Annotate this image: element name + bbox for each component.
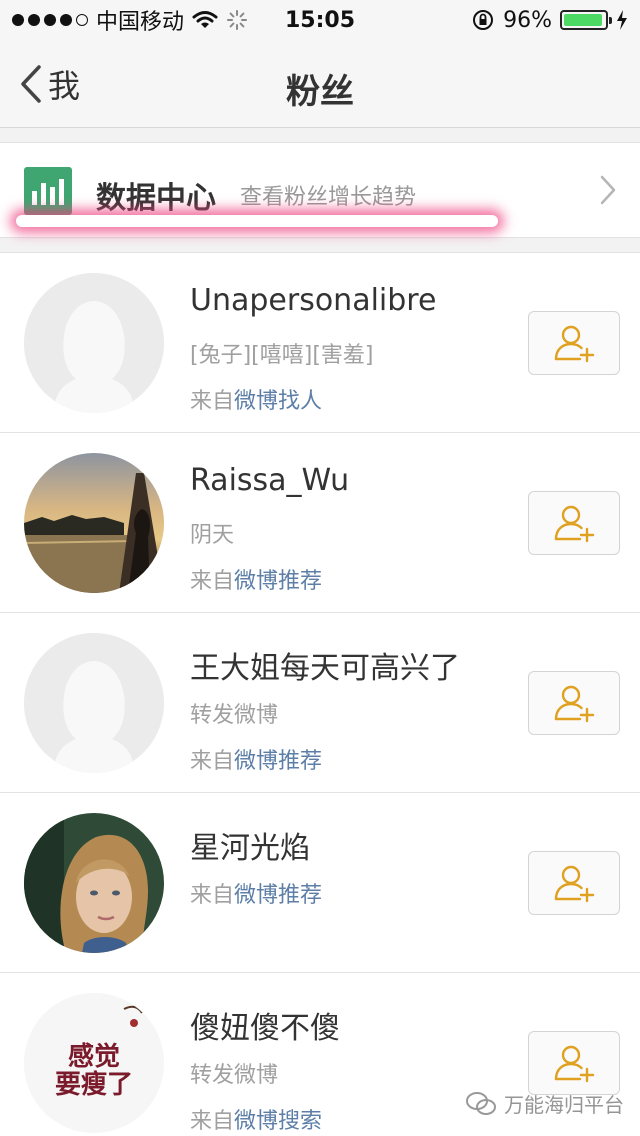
calligraphy-image: 感觉 要瘦了 (24, 993, 164, 1133)
add-user-icon (554, 1045, 595, 1083)
status-left: 中国移动 (12, 0, 248, 40)
follower-source: 来自微博推荐 (190, 877, 322, 909)
follower-source: 来自微博搜索 (190, 1103, 322, 1135)
add-user-icon (554, 685, 595, 723)
source-prefix: 来自 (190, 883, 235, 908)
carrier-label: 中国移动 (96, 10, 185, 35)
data-center-title: 数据中心 (96, 181, 216, 216)
follower-row[interactable]: 星河光焰 来自微博推荐 (0, 793, 640, 973)
data-center-subtitle: 查看粉丝增长趋势 (240, 185, 417, 210)
source-prefix: 来自 (190, 569, 235, 594)
source-link[interactable]: 微博推荐 (234, 749, 322, 774)
add-user-icon (554, 865, 595, 903)
avatar[interactable]: 感觉 要瘦了 (24, 993, 164, 1133)
source-prefix: 来自 (190, 1109, 235, 1134)
follower-source: 来自微博推荐 (190, 563, 322, 595)
rotation-lock-icon (473, 10, 494, 30)
highlight-underline (16, 215, 498, 227)
page-title: 粉丝 (286, 72, 354, 112)
follow-button[interactable] (528, 311, 620, 375)
follower-status: 转发微博 (190, 703, 279, 728)
avatar[interactable] (24, 273, 164, 413)
back-label: 我 (48, 67, 81, 105)
add-user-icon (554, 505, 595, 543)
follower-row[interactable]: Raissa_Wu 阴天 来自微博推荐 (0, 433, 640, 613)
battery-icon (560, 10, 612, 30)
source-prefix: 来自 (190, 749, 235, 774)
status-bar: 中国移动 15:05 96% (0, 0, 640, 40)
add-user-icon (554, 325, 595, 363)
source-link[interactable]: 微博推荐 (234, 883, 322, 908)
follower-row[interactable]: Unapersonalibre [兔子][嘻嘻][害羞] 来自微博找人 (0, 253, 640, 433)
follower-name[interactable]: 傻妞傻不傻 (190, 1003, 340, 1047)
follow-button[interactable] (528, 671, 620, 735)
follower-status: [兔子][嘻嘻][害羞] (190, 343, 374, 368)
data-center-entry[interactable]: 数据中心 查看粉丝增长趋势 (0, 142, 640, 238)
signal-strength-icon (12, 14, 88, 26)
source-link[interactable]: 微博推荐 (234, 569, 322, 594)
follower-name[interactable]: 王大姐每天可高兴了 (190, 643, 460, 687)
portrait-photo-image (24, 813, 164, 953)
follower-status: 阴天 (190, 523, 235, 548)
follow-button[interactable] (528, 491, 620, 555)
sunset-photo-image (24, 453, 164, 593)
watermark: 万能海归平台 (466, 1089, 624, 1118)
battery-percent: 96% (503, 7, 552, 33)
follower-source: 来自微博推荐 (190, 743, 322, 775)
follower-name[interactable]: Raissa_Wu (190, 463, 349, 498)
wechat-icon (466, 1091, 496, 1115)
follower-status: 转发微博 (190, 1063, 279, 1088)
follow-button[interactable] (528, 1031, 620, 1095)
default-avatar-icon (24, 273, 164, 413)
avatar-text-2: 要瘦了 (55, 1069, 133, 1100)
wifi-icon (192, 11, 218, 28)
back-button[interactable]: 我 (20, 60, 80, 108)
follower-name[interactable]: 星河光焰 (190, 823, 310, 867)
charging-bolt-icon (617, 10, 627, 30)
chevron-right-icon (600, 175, 616, 205)
follower-name[interactable]: Unapersonalibre (190, 283, 436, 318)
source-link[interactable]: 微博找人 (234, 389, 322, 414)
follower-source: 来自微博找人 (190, 383, 322, 415)
follower-row[interactable]: 王大姐每天可高兴了 转发微博 来自微博推荐 (0, 613, 640, 793)
loading-spinner-icon (227, 10, 248, 30)
source-link[interactable]: 微博搜索 (234, 1109, 322, 1134)
source-prefix: 来自 (190, 389, 235, 414)
follow-button[interactable] (528, 851, 620, 915)
avatar-text-1: 感觉 (68, 1042, 120, 1072)
default-avatar-icon (24, 633, 164, 773)
chevron-left-icon (21, 65, 41, 103)
status-right: 96% (471, 0, 628, 40)
nav-bar: 我 粉丝 (0, 40, 640, 128)
avatar[interactable] (24, 453, 164, 593)
avatar[interactable] (24, 633, 164, 773)
watermark-text: 万能海归平台 (504, 1093, 624, 1117)
avatar[interactable] (24, 813, 164, 953)
followers-list: Unapersonalibre [兔子][嘻嘻][害羞] 来自微博找人 Rais… (0, 252, 640, 1136)
bar-chart-icon (24, 167, 72, 215)
